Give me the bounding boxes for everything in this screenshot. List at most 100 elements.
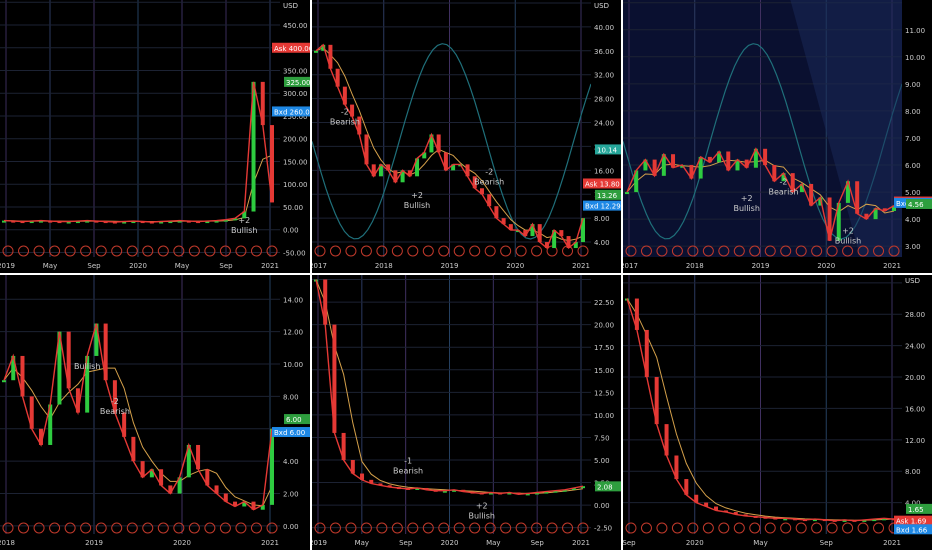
- y-tick-label: -2.50: [594, 525, 612, 533]
- annotation-label: Bearish: [100, 407, 130, 416]
- x-tick-label: May: [486, 539, 500, 547]
- plot-background: [0, 275, 280, 534]
- x-tick-label: 2018: [686, 262, 704, 270]
- chart-6-svg: 28.0024.0020.0016.0012.008.004.00USDSep 2…: [623, 275, 932, 550]
- x-tick-label: 2020: [129, 262, 147, 270]
- y-tick-label: 40.00: [594, 24, 614, 32]
- x-tick-label: 2017: [312, 262, 327, 270]
- y-tick-label: 9.00: [905, 81, 921, 89]
- y-tick-label: 10.00: [594, 412, 614, 420]
- x-tick-label: 2017: [623, 262, 638, 270]
- price-candle: [2, 380, 6, 383]
- y-tick-label: 150.00: [283, 158, 308, 166]
- x-tick-label: 2020: [686, 539, 704, 547]
- x-tick-label: May: [175, 262, 189, 270]
- chart-3-svg: +2Bullish-2Bearish+2Bullish11.0010.009.0…: [623, 0, 932, 273]
- y-tick-label: -50.00: [283, 249, 306, 257]
- y-tick-label: 6.00: [905, 162, 921, 170]
- x-tick-label: 2021: [261, 262, 279, 270]
- chart-panel-6[interactable]: 28.00 24.00 20.00 16.00 12.00 8.00 4.00 USD Sep 2…: [623, 275, 932, 550]
- y-tick-label: 17.50: [594, 344, 614, 352]
- x-tick-label: 2021: [572, 262, 590, 270]
- y-tick-label: 5.00: [594, 457, 610, 465]
- annotation-label: Bearish: [474, 177, 504, 186]
- x-tick-label: May: [43, 262, 57, 270]
- y-unit-label: USD: [594, 2, 609, 10]
- price-tag-text: Ask 13.80: [585, 180, 620, 188]
- y-tick-label: 0.00: [283, 227, 299, 235]
- annotation-sub: +2: [741, 194, 753, 203]
- y-tick-label: 4.00: [594, 239, 610, 247]
- y-tick-label: 22.50: [594, 299, 614, 307]
- y-tick-label: 10.00: [905, 54, 925, 62]
- x-tick-label: 2021: [883, 539, 901, 547]
- annotation-label: Bullish: [231, 226, 257, 235]
- y-unit-label: USD: [905, 277, 920, 285]
- y-tick-label: 28.00: [594, 96, 614, 104]
- annotation-label: Bullish: [468, 512, 494, 521]
- price-candle: [625, 192, 629, 195]
- y-tick-label: 0.00: [594, 502, 610, 510]
- y-tick-label: 8.00: [283, 393, 299, 401]
- chart-5-svg: -1Bearish +2Bullish 22.50 20.00 17.50 15.00 12…: [312, 275, 621, 550]
- y-tick-label: 24.00: [905, 343, 925, 351]
- chart-1-svg: +2Bullish450.00400.00350.00300.00250.002…: [0, 0, 310, 273]
- chart-panel-2[interactable]: -2 Bearish +2 Bullish -2 Bearish 40.00 36.00 32.…: [312, 0, 621, 273]
- y-tick-label: 28.00: [905, 311, 925, 319]
- annotation-sub: -2: [111, 397, 119, 406]
- y-tick-label: 15.00: [594, 367, 614, 375]
- x-tick-label: 2019: [752, 262, 770, 270]
- y-tick-label: 16.00: [905, 405, 925, 413]
- price-tag-text: 10.14: [597, 146, 618, 154]
- price-tag-text: Ask 400.00: [274, 45, 310, 53]
- y-tick-label: 16.00: [594, 167, 614, 175]
- y-tick-label: 8.00: [905, 108, 921, 116]
- y-tick-label: 350.00: [283, 68, 308, 76]
- annotation-sub: +2: [238, 216, 250, 225]
- price-tag-text: Bxd 1.66: [896, 526, 928, 534]
- chart-panel-4[interactable]: Bullish -2Bearish 14.00 12.00 10.00 8.00 6.00 4…: [0, 275, 310, 550]
- price-tag-text: Bxd 260.00: [274, 108, 310, 116]
- annotation-sub: -2: [780, 178, 788, 187]
- y-tick-label: 3.00: [905, 243, 921, 251]
- chart-panel-5[interactable]: -1 Bearish +2 Bullish 22.50 20.00 17.50 15.00 12…: [312, 275, 621, 550]
- x-tick-label: 2019: [312, 539, 327, 547]
- price-tag-text: 4.56: [908, 201, 924, 209]
- y-tick-label: 20.00: [594, 322, 614, 330]
- chart-panel-1[interactable]: +2Bullish450.00400.00350.00300.00250.002…: [0, 0, 310, 273]
- x-tick-label: Sep: [531, 539, 545, 547]
- price-candle: [314, 50, 318, 53]
- y-tick-label: 7.00: [905, 135, 921, 143]
- y-tick-label: 12.00: [283, 329, 303, 337]
- y-tick-label: 20.00: [905, 374, 925, 382]
- x-tick-label: 2018: [0, 539, 15, 547]
- y-tick-label: 12.00: [905, 437, 925, 445]
- y-axis-area: [591, 0, 621, 273]
- y-tick-label: 12.50: [594, 389, 614, 397]
- x-tick-label: 2019: [441, 262, 459, 270]
- y-tick-label: 0.00: [283, 523, 299, 531]
- y-tick-label: 8.00: [905, 468, 921, 476]
- y-tick-label: 7.50: [594, 434, 610, 442]
- price-tag-text: 13.26: [597, 192, 618, 200]
- x-tick-label: 2020: [441, 539, 459, 547]
- chart-4-svg: Bullish -2Bearish 14.00 12.00 10.00 8.00 6.00 4…: [0, 275, 310, 550]
- annotation-label: Bullish: [74, 362, 100, 371]
- x-tick-label: May: [355, 539, 369, 547]
- x-tick-label: 2021: [572, 539, 590, 547]
- price-tag-text: 2.08: [597, 483, 613, 491]
- chart-panel-3[interactable]: +2 Bullish -2 Bearish +2 Bullish 11.00 10.00 9.0…: [623, 0, 932, 273]
- y-tick-label: 11.00: [905, 27, 925, 35]
- annotation-label: Bearish: [393, 466, 423, 475]
- annotation-sub: -1: [404, 456, 412, 465]
- y-tick-label: 14.00: [283, 296, 303, 304]
- x-tick-label: 2021: [261, 539, 279, 547]
- annotation-sub: -2: [341, 108, 349, 117]
- panel-divider: [310, 0, 312, 550]
- plot-background: [312, 275, 591, 534]
- price-tag-text: Bxd 6.00: [274, 429, 305, 437]
- y-tick-label: 4.00: [905, 216, 921, 224]
- annotation-label: Bullish: [733, 204, 759, 213]
- price-tag-text: 325.00: [286, 79, 310, 87]
- y-tick-label: 36.00: [594, 48, 614, 56]
